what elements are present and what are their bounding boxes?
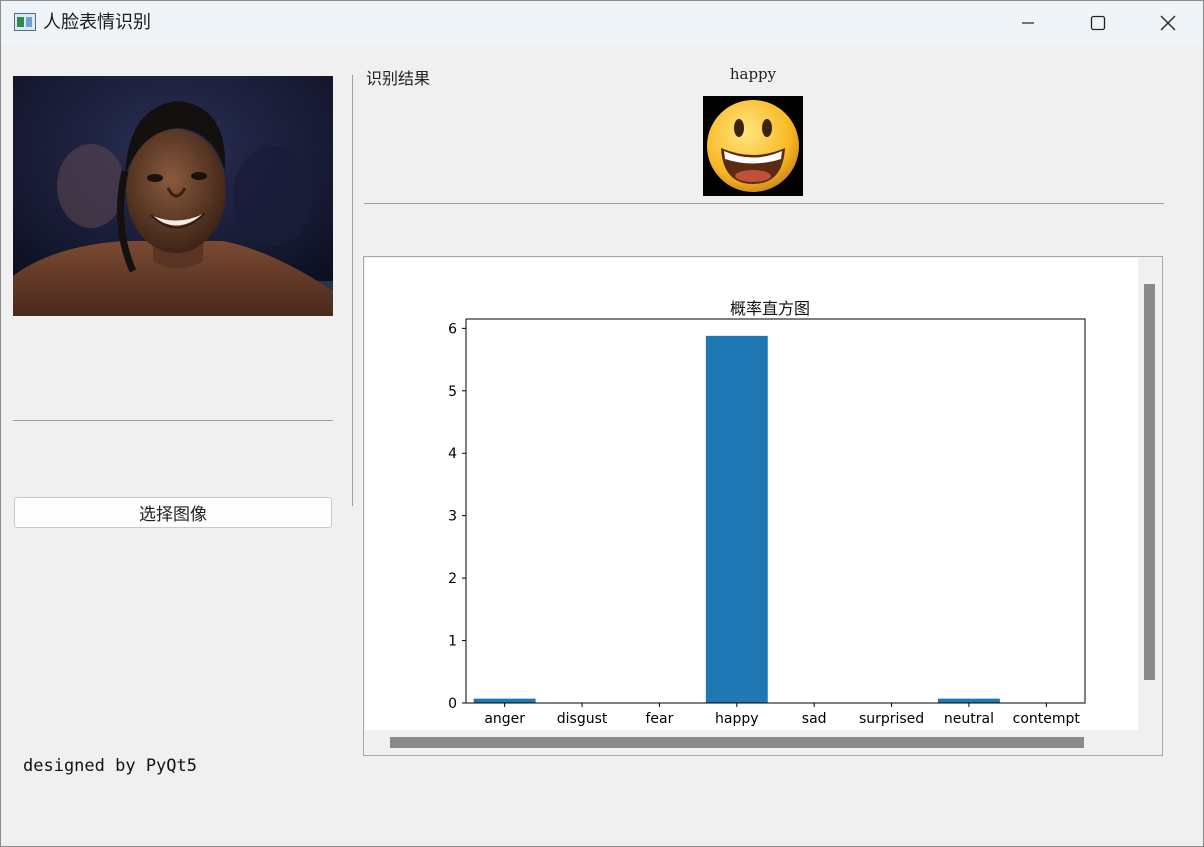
window-title: 人脸表情识别 bbox=[43, 12, 151, 33]
x-tick-label-fear: fear bbox=[645, 711, 673, 727]
chart-canvas: 概率直方图 0 1 2 3 4 5 6 anger disgust fear happy sad su… bbox=[365, 258, 1138, 730]
y-tick-label: 0 bbox=[448, 696, 457, 712]
chart-title: 概率直方图 bbox=[730, 299, 810, 318]
bar-happy bbox=[705, 335, 768, 703]
panel-divider bbox=[352, 75, 353, 506]
result-divider bbox=[364, 203, 1164, 204]
y-tick-label: 5 bbox=[448, 384, 457, 400]
close-icon bbox=[1160, 15, 1176, 31]
minimize-button[interactable] bbox=[993, 1, 1063, 45]
emotion-emoji-image bbox=[703, 96, 803, 196]
axes-frame bbox=[465, 318, 1086, 704]
left-divider bbox=[13, 420, 333, 421]
x-tick-label-surprised: surprised bbox=[859, 711, 924, 727]
emotion-label: happy bbox=[729, 65, 777, 83]
probability-histogram: 概率直方图 0 1 2 3 4 5 6 anger disgust fear happy sad su… bbox=[448, 299, 1086, 727]
x-tick-label-happy: happy bbox=[715, 711, 759, 727]
main-window: 人脸表情识别 选择图像 designed by PyQt5 识别结果 happy… bbox=[0, 0, 1204, 847]
y-tick-label: 1 bbox=[448, 634, 457, 650]
close-button[interactable] bbox=[1133, 1, 1203, 45]
footer-text: designed by PyQt5 bbox=[23, 756, 197, 776]
y-tick-label: 4 bbox=[448, 446, 457, 462]
vertical-scrollbar-handle[interactable] bbox=[1144, 284, 1155, 680]
x-tick-label-contempt: contempt bbox=[1013, 711, 1081, 727]
y-tick-label: 2 bbox=[448, 571, 457, 587]
result-label: 识别结果 bbox=[366, 69, 431, 88]
x-tick-label-sad: sad bbox=[802, 711, 827, 727]
minimize-icon bbox=[1022, 22, 1034, 24]
app-icon bbox=[14, 13, 36, 31]
bar-neutral bbox=[937, 698, 1000, 703]
smiley-icon bbox=[707, 100, 799, 192]
y-tick-label: 3 bbox=[448, 509, 457, 525]
x-tick-label-anger: anger bbox=[484, 711, 525, 727]
bar-anger bbox=[473, 698, 536, 703]
x-tick-label-disgust: disgust bbox=[557, 711, 608, 727]
y-tick-label: 6 bbox=[448, 321, 457, 337]
x-tick-label-neutral: neutral bbox=[944, 711, 994, 727]
maximize-button[interactable] bbox=[1063, 1, 1133, 45]
maximize-icon bbox=[1090, 15, 1106, 31]
input-face-image bbox=[13, 76, 333, 316]
chart-scroll-area[interactable]: 概率直方图 0 1 2 3 4 5 6 anger disgust fear happy sad su… bbox=[363, 256, 1163, 756]
horizontal-scrollbar-handle[interactable] bbox=[390, 737, 1084, 748]
title-bar: 人脸表情识别 bbox=[1, 1, 1203, 45]
select-image-button[interactable]: 选择图像 bbox=[14, 497, 332, 528]
